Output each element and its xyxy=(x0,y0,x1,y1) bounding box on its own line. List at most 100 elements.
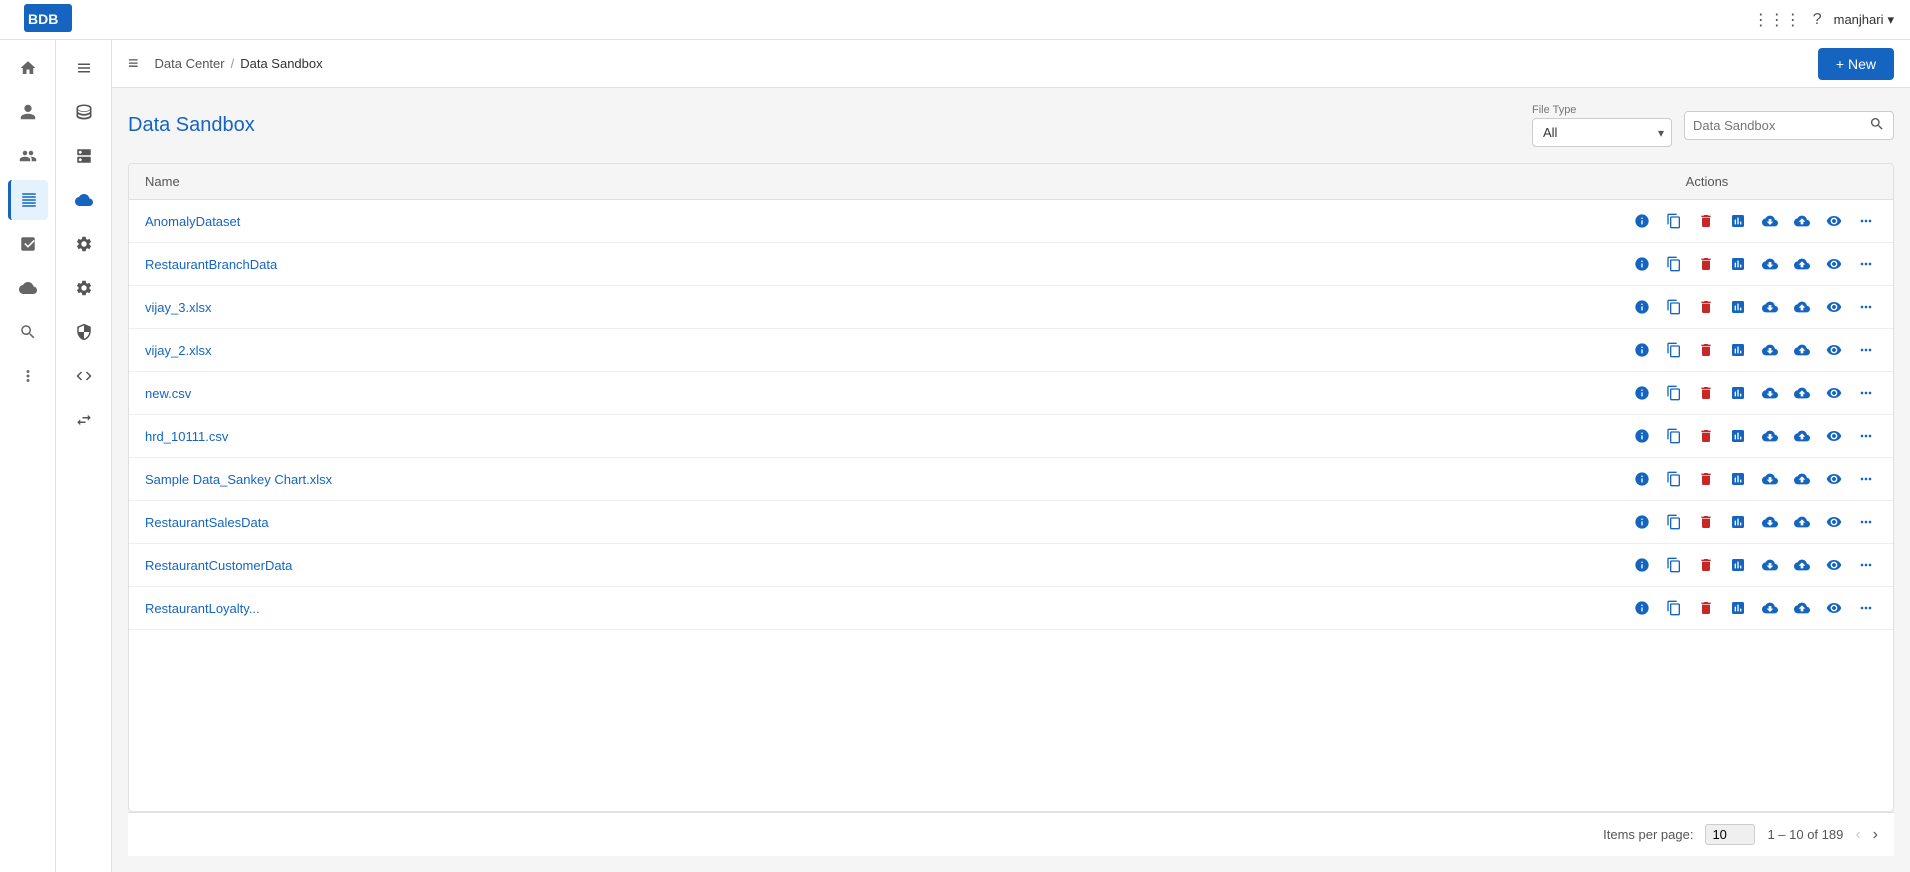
more-icon[interactable] xyxy=(1855,468,1877,490)
chart-icon[interactable] xyxy=(1727,296,1749,318)
delete-icon[interactable] xyxy=(1695,554,1717,576)
sidebar-code[interactable] xyxy=(64,356,104,396)
nav-settings[interactable] xyxy=(8,356,48,396)
chart-icon[interactable] xyxy=(1727,597,1749,619)
more-icon[interactable] xyxy=(1855,296,1877,318)
chart-icon[interactable] xyxy=(1727,210,1749,232)
delete-icon[interactable] xyxy=(1695,339,1717,361)
chart-icon[interactable] xyxy=(1727,468,1749,490)
row-file-name[interactable]: Sample Data_Sankey Chart.xlsx xyxy=(145,472,1537,487)
upload-icon[interactable] xyxy=(1791,511,1813,533)
more-icon[interactable] xyxy=(1855,554,1877,576)
more-icon[interactable] xyxy=(1855,597,1877,619)
view-icon[interactable] xyxy=(1823,253,1845,275)
menu-button[interactable]: ≡ xyxy=(128,53,139,74)
nav-data[interactable] xyxy=(8,180,48,220)
sidebar-settings2[interactable] xyxy=(64,268,104,308)
copy-icon[interactable] xyxy=(1663,296,1685,318)
delete-icon[interactable] xyxy=(1695,511,1717,533)
sidebar-security[interactable] xyxy=(64,312,104,352)
row-file-name[interactable]: new.csv xyxy=(145,386,1537,401)
delete-icon[interactable] xyxy=(1695,382,1717,404)
copy-icon[interactable] xyxy=(1663,210,1685,232)
info-icon[interactable] xyxy=(1631,296,1653,318)
download-icon[interactable] xyxy=(1759,511,1781,533)
copy-icon[interactable] xyxy=(1663,597,1685,619)
chart-icon[interactable] xyxy=(1727,554,1749,576)
info-icon[interactable] xyxy=(1631,425,1653,447)
info-icon[interactable] xyxy=(1631,382,1653,404)
view-icon[interactable] xyxy=(1823,210,1845,232)
copy-icon[interactable] xyxy=(1663,339,1685,361)
delete-icon[interactable] xyxy=(1695,253,1717,275)
sidebar-database[interactable] xyxy=(64,92,104,132)
view-icon[interactable] xyxy=(1823,511,1845,533)
help-icon[interactable]: ? xyxy=(1813,11,1822,29)
view-icon[interactable] xyxy=(1823,425,1845,447)
chart-icon[interactable] xyxy=(1727,425,1749,447)
upload-icon[interactable] xyxy=(1791,339,1813,361)
grid-icon[interactable]: ⋮⋮⋮ xyxy=(1753,10,1801,30)
nav-user[interactable] xyxy=(8,92,48,132)
sidebar-settings1[interactable] xyxy=(64,224,104,264)
download-icon[interactable] xyxy=(1759,339,1781,361)
new-button[interactable]: + New xyxy=(1818,48,1894,80)
copy-icon[interactable] xyxy=(1663,253,1685,275)
view-icon[interactable] xyxy=(1823,296,1845,318)
sidebar-server[interactable] xyxy=(64,136,104,176)
more-icon[interactable] xyxy=(1855,425,1877,447)
user-menu[interactable]: manjhari ▾ xyxy=(1834,12,1894,28)
view-icon[interactable] xyxy=(1823,554,1845,576)
chart-icon[interactable] xyxy=(1727,382,1749,404)
more-icon[interactable] xyxy=(1855,339,1877,361)
delete-icon[interactable] xyxy=(1695,597,1717,619)
info-icon[interactable] xyxy=(1631,554,1653,576)
info-icon[interactable] xyxy=(1631,210,1653,232)
download-icon[interactable] xyxy=(1759,210,1781,232)
download-icon[interactable] xyxy=(1759,296,1781,318)
info-icon[interactable] xyxy=(1631,339,1653,361)
upload-icon[interactable] xyxy=(1791,554,1813,576)
search-icon[interactable] xyxy=(1869,116,1885,135)
view-icon[interactable] xyxy=(1823,597,1845,619)
more-icon[interactable] xyxy=(1855,253,1877,275)
row-file-name[interactable]: RestaurantSalesData xyxy=(145,515,1537,530)
row-file-name[interactable]: RestaurantLoyalty... xyxy=(145,601,1537,616)
nav-reports[interactable] xyxy=(8,224,48,264)
upload-icon[interactable] xyxy=(1791,468,1813,490)
info-icon[interactable] xyxy=(1631,253,1653,275)
more-icon[interactable] xyxy=(1855,511,1877,533)
info-icon[interactable] xyxy=(1631,511,1653,533)
upload-icon[interactable] xyxy=(1791,210,1813,232)
upload-icon[interactable] xyxy=(1791,597,1813,619)
copy-icon[interactable] xyxy=(1663,382,1685,404)
chart-icon[interactable] xyxy=(1727,339,1749,361)
delete-icon[interactable] xyxy=(1695,425,1717,447)
row-file-name[interactable]: vijay_2.xlsx xyxy=(145,343,1537,358)
chart-icon[interactable] xyxy=(1727,253,1749,275)
more-icon[interactable] xyxy=(1855,210,1877,232)
items-per-page-select[interactable]: 10 25 50 100 xyxy=(1705,824,1755,845)
sidebar-transform[interactable] xyxy=(64,400,104,440)
chart-icon[interactable] xyxy=(1727,511,1749,533)
delete-icon[interactable] xyxy=(1695,468,1717,490)
download-icon[interactable] xyxy=(1759,382,1781,404)
nav-group[interactable] xyxy=(8,136,48,176)
download-icon[interactable] xyxy=(1759,468,1781,490)
upload-icon[interactable] xyxy=(1791,253,1813,275)
copy-icon[interactable] xyxy=(1663,425,1685,447)
upload-icon[interactable] xyxy=(1791,382,1813,404)
copy-icon[interactable] xyxy=(1663,554,1685,576)
delete-icon[interactable] xyxy=(1695,296,1717,318)
pagination-next[interactable]: › xyxy=(1873,826,1878,844)
upload-icon[interactable] xyxy=(1791,425,1813,447)
more-icon[interactable] xyxy=(1855,382,1877,404)
copy-icon[interactable] xyxy=(1663,468,1685,490)
info-icon[interactable] xyxy=(1631,597,1653,619)
row-file-name[interactable]: hrd_10111.csv xyxy=(145,429,1537,444)
row-file-name[interactable]: RestaurantCustomerData xyxy=(145,558,1537,573)
copy-icon[interactable] xyxy=(1663,511,1685,533)
download-icon[interactable] xyxy=(1759,253,1781,275)
nav-home[interactable] xyxy=(8,48,48,88)
nav-search[interactable] xyxy=(8,312,48,352)
